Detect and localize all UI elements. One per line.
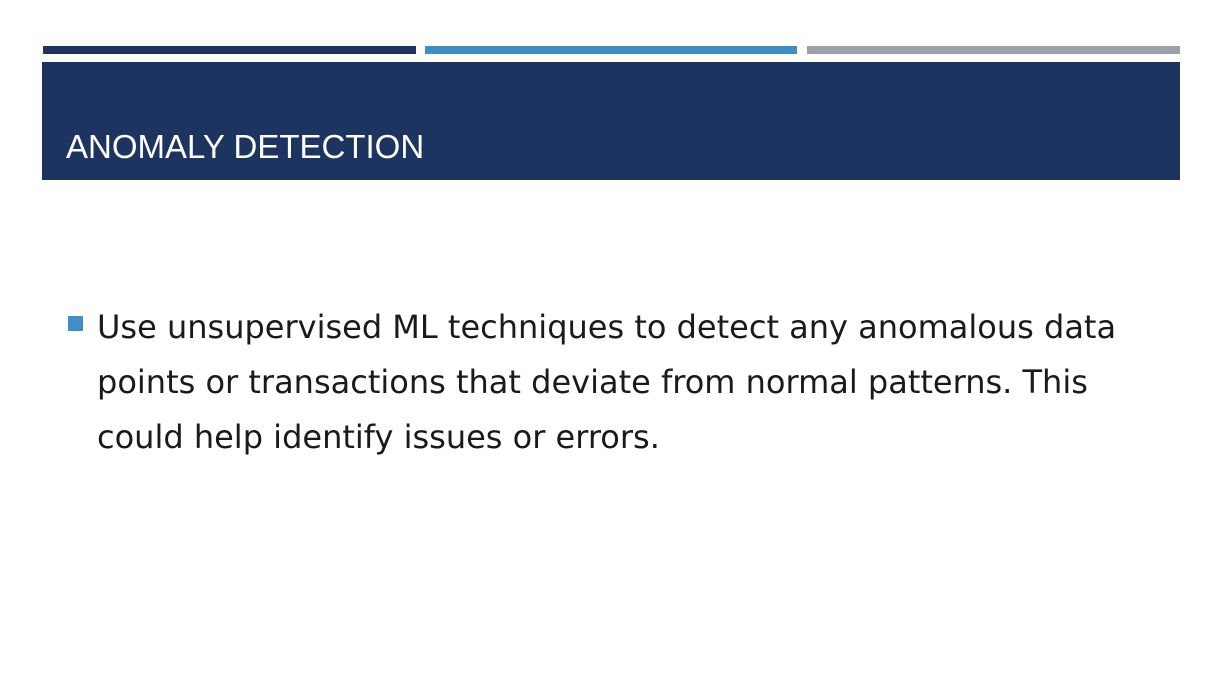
- accent-bar-blue: [425, 46, 797, 54]
- slide-content: Use unsupervised ML techniques to detect…: [68, 300, 1168, 465]
- bullet-item: Use unsupervised ML techniques to detect…: [68, 300, 1168, 465]
- accent-bar-gray: [807, 46, 1180, 54]
- bullet-text: Use unsupervised ML techniques to detect…: [97, 308, 1117, 456]
- slide-title: ANOMALY DETECTION: [66, 128, 425, 165]
- square-bullet-icon: [68, 316, 83, 331]
- title-band: ANOMALY DETECTION: [42, 62, 1180, 180]
- slide: ANOMALY DETECTION Use unsupervised ML te…: [0, 0, 1225, 690]
- accent-bar-dark: [43, 46, 416, 54]
